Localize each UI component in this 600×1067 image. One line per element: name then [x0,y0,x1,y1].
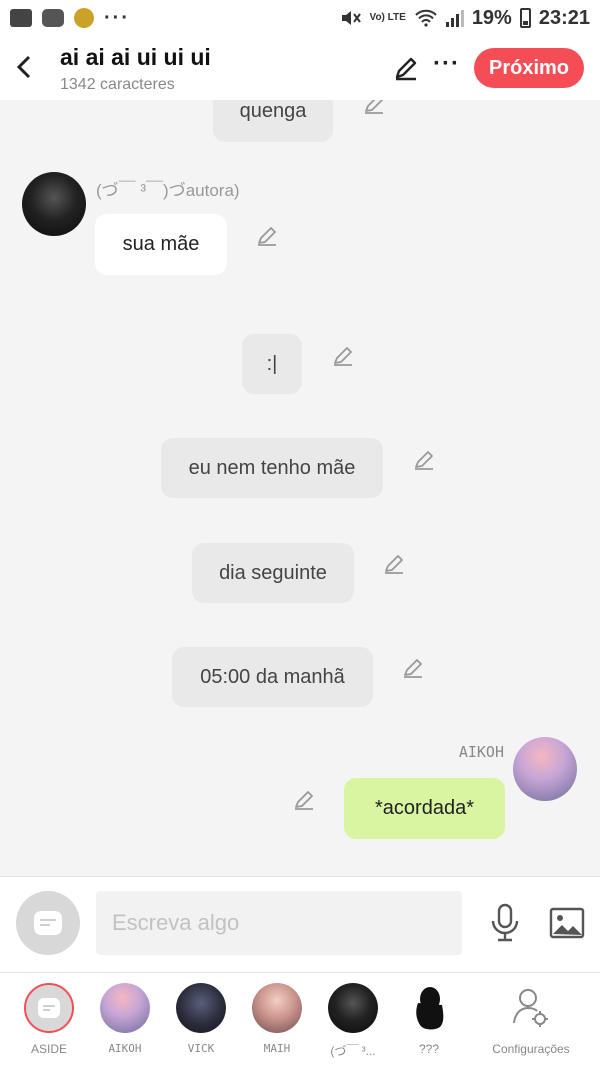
pencil-icon[interactable] [362,100,386,116]
chevron-left-icon[interactable] [10,50,40,84]
sender-name: (づ￣ ³￣)づautora) [96,181,240,200]
battery-icon [519,8,531,28]
more-icon[interactable]: ··· [433,50,460,78]
character-tab-bar: ASIDE AIKOH VICK MAIH (づ￣ ³... ??? Confi… [0,972,600,1067]
tab-label: Configurações [492,1042,570,1056]
app-header: ai ai ai ui ui ui 1342 caracteres ··· Pr… [0,36,600,100]
silhouette-avatar [404,983,454,1033]
message-bubble[interactable]: *acordada* [344,778,505,839]
message-input[interactable] [96,891,462,955]
wifi-icon [415,9,437,27]
avatar[interactable] [513,737,577,801]
network-label: Vo) LTE [369,12,406,23]
message-text: eu nem tenho mãe [188,457,356,479]
tab-settings[interactable]: Configurações [486,981,576,1061]
settings-icon-wrap [506,983,556,1033]
story-title: ai ai ai ui ui ui [60,44,211,70]
tab-vick[interactable]: VICK [163,981,239,1061]
narration-bubble[interactable]: quenga [213,100,333,142]
user-settings-icon [513,989,548,1027]
person-silhouette-icon [416,987,444,1030]
signal-icon [445,10,464,27]
tab-label: MAIH [263,1042,291,1055]
message-text: quenga [239,100,307,122]
next-button[interactable]: Próximo [474,48,584,88]
narration-bubble[interactable]: dia seguinte [192,543,354,603]
clock: 23:21 [538,6,590,29]
avatar [100,983,150,1033]
battery-percent: 19% [471,6,512,29]
narration-icon [34,911,62,935]
status-bar: ··· Vo) LTE 19% 23:21 [0,0,600,36]
more-notifications-icon: ··· [104,6,130,29]
narration-bubble[interactable]: eu nem tenho mãe [161,438,383,498]
narration-bubble[interactable]: 05:00 da manhã [172,647,373,707]
pencil-icon[interactable] [412,448,436,472]
tab-label: (づ￣ ³... [330,1044,376,1058]
tab-label: VICK [187,1042,215,1055]
avatar [252,983,302,1033]
message-text: dia seguinte [219,562,327,584]
tab-label: AIKOH [108,1042,142,1055]
pencil-icon[interactable] [392,54,420,82]
message-bubble[interactable]: sua mãe [95,214,227,275]
mute-icon [341,11,361,25]
microphone-icon[interactable] [488,903,522,943]
pencil-icon[interactable] [292,788,316,812]
pencil-icon[interactable] [382,552,406,576]
tab-aside[interactable]: ASIDE [11,981,87,1061]
tab-autora[interactable]: (づ￣ ³... [315,981,391,1061]
message-text: *acordada* [375,797,474,819]
narration-bubble[interactable]: :| [242,334,302,394]
pencil-icon[interactable] [331,344,355,368]
tab-label: ??? [418,1042,440,1056]
character-count: 1342 caracteres [60,76,175,93]
tab-unknown[interactable]: ??? [391,981,467,1061]
pencil-icon[interactable] [401,656,425,680]
tab-label: ASIDE [30,1042,67,1056]
gallery-notification-icon [10,9,32,27]
youtube-notification-icon [42,9,64,27]
sender-name: AIKOH [458,743,504,761]
tab-maih[interactable]: MAIH [239,981,315,1061]
pencil-icon[interactable] [255,224,279,248]
tab-aikoh[interactable]: AIKOH [87,981,163,1061]
message-text: 05:00 da manhã [200,666,345,688]
avatar[interactable] [22,172,86,236]
avatar [176,983,226,1033]
message-text: sua mãe [122,233,200,255]
input-bar [0,876,600,972]
narration-icon [38,998,60,1018]
aside-button[interactable] [16,891,80,955]
message-text: :| [266,353,278,375]
image-icon[interactable] [549,907,585,939]
aside-tab-avatar [24,983,74,1033]
chat-area[interactable]: quenga (づ￣ ³￣)づautora) sua mãe :| eu nem… [0,100,600,876]
coin-notification-icon [74,8,94,28]
avatar [328,983,378,1033]
